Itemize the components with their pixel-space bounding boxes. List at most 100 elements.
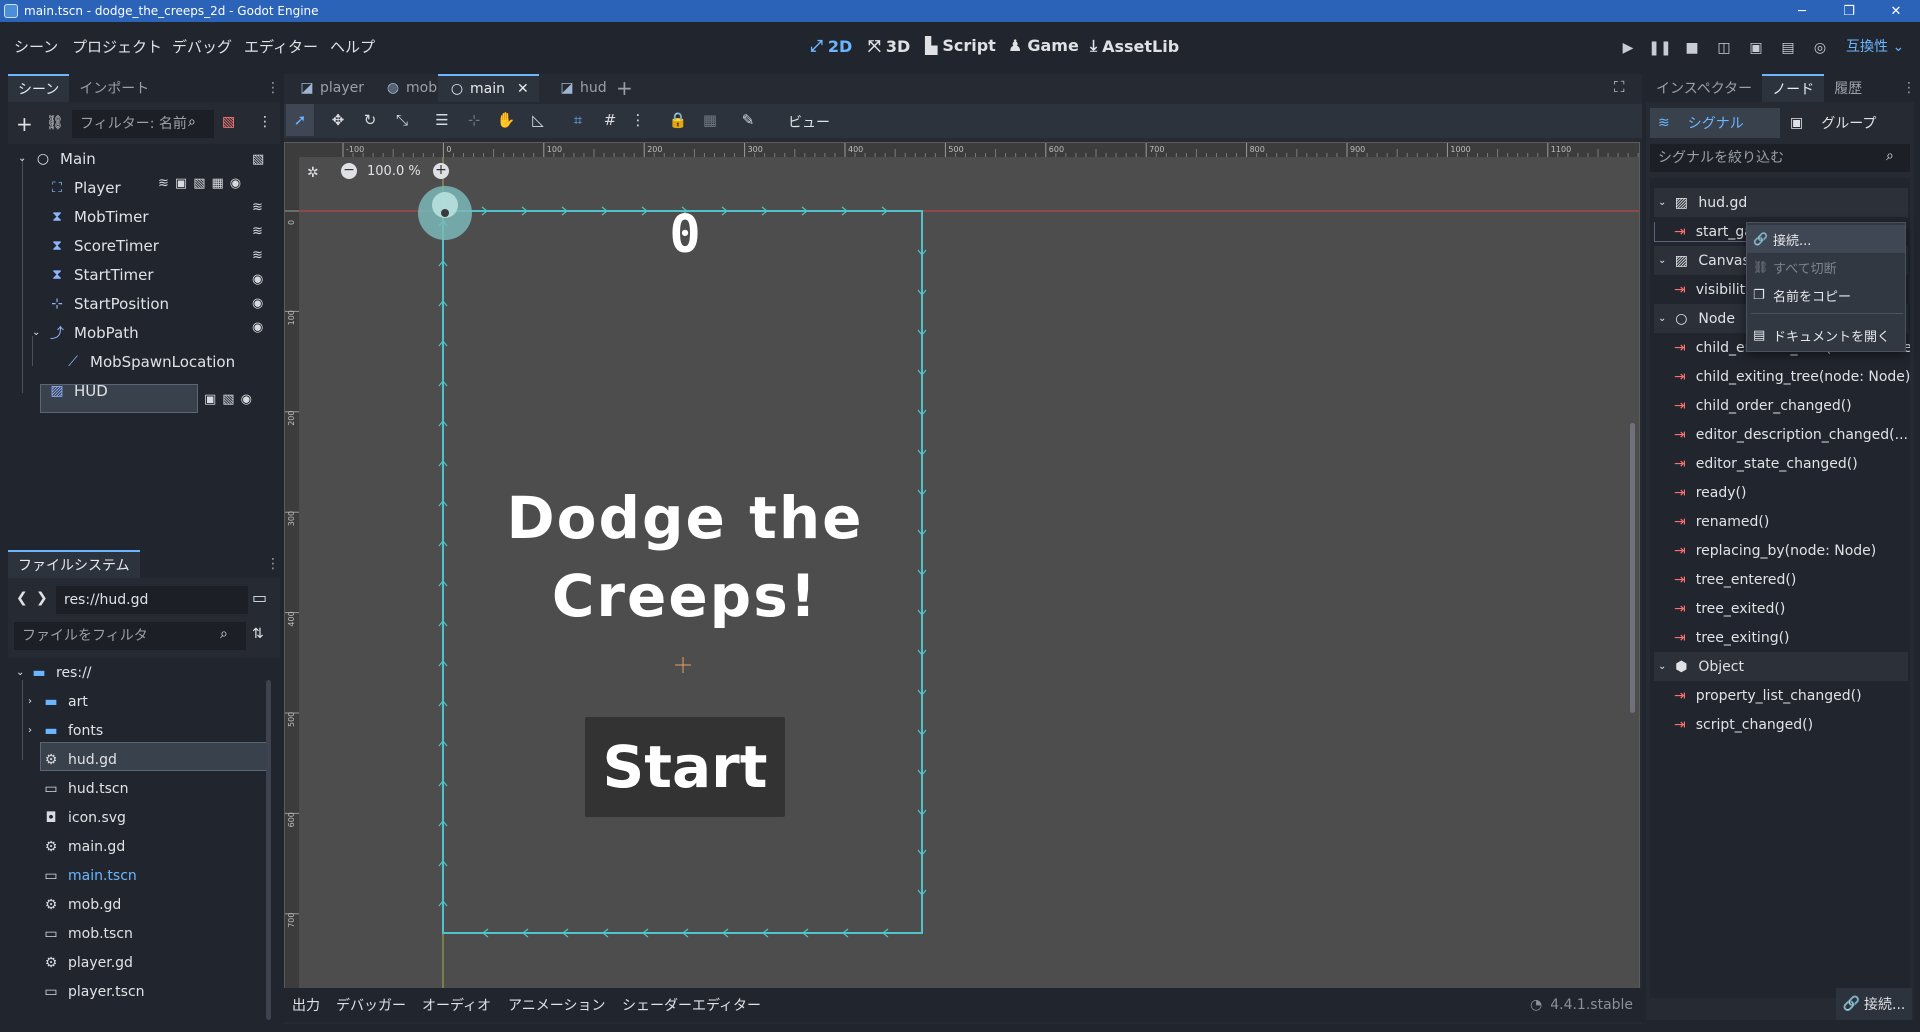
connect-button[interactable]: 🔗 接続... (1836, 988, 1912, 1020)
menu-debug[interactable]: デバッグ (172, 36, 232, 57)
center-view-icon[interactable]: ✲ (307, 165, 319, 181)
play-scene-icon[interactable]: ▣ (1744, 36, 1768, 60)
back-icon[interactable]: ❮ (16, 590, 28, 606)
tab-shader-editor[interactable]: シェーダーエディター (622, 988, 761, 1022)
remote-debug-icon[interactable]: ◫ (1712, 36, 1736, 60)
tab-hud[interactable]: ◪ hud (548, 74, 617, 102)
file-filter-input[interactable] (14, 622, 246, 650)
scene-options-icon[interactable]: ⋮ (258, 114, 272, 130)
scene-node-starttimer[interactable]: ⧗ StartTimer (32, 260, 153, 289)
grid-snap-icon[interactable]: # (596, 104, 624, 136)
list-select-icon[interactable]: ☰ (428, 104, 456, 136)
filesystem-path-input[interactable] (56, 586, 248, 614)
tab-scene[interactable]: シーン (8, 74, 70, 102)
scene-node-main[interactable]: ⌄ ○ Main (18, 144, 96, 173)
signal-filter-input[interactable] (1650, 144, 1910, 172)
collapse-icon[interactable]: ⌄ (1658, 197, 1666, 208)
close-window-button[interactable]: ✕ (1874, 0, 1918, 22)
tab-player[interactable]: ◪ player (288, 74, 374, 102)
add-tab-icon[interactable]: + (616, 76, 633, 100)
signal-item[interactable]: ⇥ child_exiting_tree(node: Node) (1674, 362, 1910, 391)
tab-node[interactable]: ノード (1762, 74, 1825, 102)
renderer-select[interactable]: 互換性 ⌄ (1846, 36, 1904, 56)
canvas-viewport[interactable]: -100 0 100 200 300 400 500 600 700 800 900 1000 1100… (284, 142, 1640, 1016)
tab-main[interactable]: ○ main ✕ (438, 74, 539, 102)
collapse-icon[interactable]: ⌄ (18, 153, 28, 164)
menu-scene[interactable]: シーン (14, 36, 58, 57)
signal-item[interactable]: ⇥ tree_exiting() (1674, 623, 1910, 652)
tab-output[interactable]: 出力 (292, 988, 320, 1022)
skeleton-icon[interactable]: ✎ (734, 104, 762, 136)
workspace-game-button[interactable]: ♟ Game (1008, 36, 1079, 55)
scene-node-mobpath[interactable]: ⌄ ⤴ MobPath (32, 318, 139, 347)
workspace-3d-button[interactable]: ⤧ 3D (868, 36, 910, 56)
scene-instance-icon[interactable]: ▣ (175, 176, 187, 191)
sort-icon[interactable]: ⇅ (252, 626, 264, 642)
menu-help[interactable]: ヘルプ (330, 36, 375, 57)
file-item-player-gd[interactable]: ⚙ player.gd (28, 948, 133, 977)
tab-history[interactable]: 履歴 (1824, 74, 1872, 102)
signal-item[interactable]: ⇥ script_changed() (1674, 710, 1910, 739)
stop-icon[interactable]: ■ (1680, 36, 1704, 60)
context-copy-name[interactable]: ❐ 名前をコピー (1747, 281, 1905, 309)
workspace-script-button[interactable]: ▙ Script (925, 36, 996, 55)
signal-icon[interactable]: ≋ (158, 176, 169, 191)
link-icon[interactable]: ⛓ (46, 115, 64, 131)
file-item-main-gd[interactable]: ⚙ main.gd (28, 832, 125, 861)
forward-icon[interactable]: ❯ (36, 590, 48, 606)
play-icon[interactable]: ▶ (1616, 36, 1640, 60)
context-disconnect-all[interactable]: ⛓ すべて切断 (1747, 253, 1905, 281)
tab-audio[interactable]: オーディオ (422, 988, 491, 1022)
dock-menu-icon[interactable]: ⋮ (266, 556, 280, 572)
smart-snap-icon[interactable]: ⌗ (564, 104, 592, 136)
signal-item[interactable]: ⇥ replacing_by(node: Node) (1674, 536, 1910, 565)
file-item-hud-gd[interactable]: ⚙ hud.gd (28, 745, 117, 774)
signal-item[interactable]: ⇥ property_list_changed() (1674, 681, 1910, 710)
signal-item[interactable]: ⇥ editor_state_changed() (1674, 449, 1910, 478)
visibility-eye-icon[interactable]: ◉ (230, 176, 241, 191)
scene-node-mobtimer[interactable]: ⧗ MobTimer (32, 202, 148, 231)
file-item-art[interactable]: › ▬ art (28, 687, 88, 716)
script-icon[interactable]: ▧ (252, 152, 264, 167)
start-button[interactable]: Start (585, 717, 785, 817)
tab-debugger[interactable]: デバッガー (336, 988, 406, 1022)
file-item-player-tscn[interactable]: ▭ player.tscn (28, 977, 144, 1006)
file-item-mob-tscn[interactable]: ▭ mob.tscn (28, 919, 133, 948)
movie-maker-icon[interactable]: ◎ (1808, 36, 1832, 60)
snap-options-icon[interactable]: ⋮ (624, 104, 652, 136)
collapse-icon[interactable]: ⌄ (1658, 255, 1666, 266)
signal-icon[interactable]: ≋ (252, 200, 263, 215)
zoom-level[interactable]: 100.0 % (367, 164, 421, 179)
signal-icon[interactable]: ≋ (252, 248, 263, 263)
workspace-2d-button[interactable]: ⤢ 2D (810, 36, 852, 56)
dock-menu-icon[interactable]: ⋮ (1902, 80, 1916, 96)
tab-import[interactable]: インポート (69, 74, 159, 102)
select-tool-icon[interactable]: ➚ (286, 104, 314, 136)
context-open-docs[interactable]: ▤ ドキュメントを開く (1747, 321, 1905, 349)
vertical-scrollbar[interactable] (1630, 423, 1635, 713)
view-menu[interactable]: ビュー (788, 112, 830, 132)
lock-icon[interactable]: 🔒 (664, 104, 692, 136)
visibility-eye-icon[interactable]: ◉ (241, 392, 252, 407)
visibility-eye-icon[interactable]: ◉ (252, 320, 263, 335)
fullscreen-icon[interactable]: ⛶ (1614, 78, 1625, 96)
tab-mob[interactable]: ◍ mob (374, 74, 447, 102)
collapse-icon[interactable]: ⌄ (16, 667, 28, 678)
menu-project[interactable]: プロジェクト (72, 36, 162, 57)
signal-item[interactable]: ⇥ ready() (1674, 478, 1910, 507)
signal-item[interactable]: ⇥ tree_exited() (1674, 594, 1910, 623)
signal-section-hud-gd[interactable]: ⌄ ▨ hud.gd (1654, 188, 1908, 217)
scene-instance-icon[interactable]: ▣ (204, 392, 216, 407)
tab-animation[interactable]: アニメーション (508, 988, 605, 1022)
scene-node-scoretimer[interactable]: ⧗ ScoreTimer (32, 231, 159, 260)
zoom-in-icon[interactable]: + (433, 163, 449, 179)
toggle-split-icon[interactable]: ▭ (252, 588, 267, 607)
file-item-fonts[interactable]: › ▬ fonts (28, 716, 103, 745)
add-node-icon[interactable]: + (16, 112, 33, 136)
close-tab-icon[interactable]: ✕ (517, 81, 529, 97)
visibility-eye-icon[interactable]: ◉ (252, 272, 263, 287)
script-icon[interactable]: ▧ (193, 176, 205, 191)
group-icon[interactable]: ▦ (212, 176, 224, 191)
rotate-tool-icon[interactable]: ↻ (356, 104, 384, 136)
signal-section-object[interactable]: ⌄ ⬢ Object (1654, 652, 1908, 681)
